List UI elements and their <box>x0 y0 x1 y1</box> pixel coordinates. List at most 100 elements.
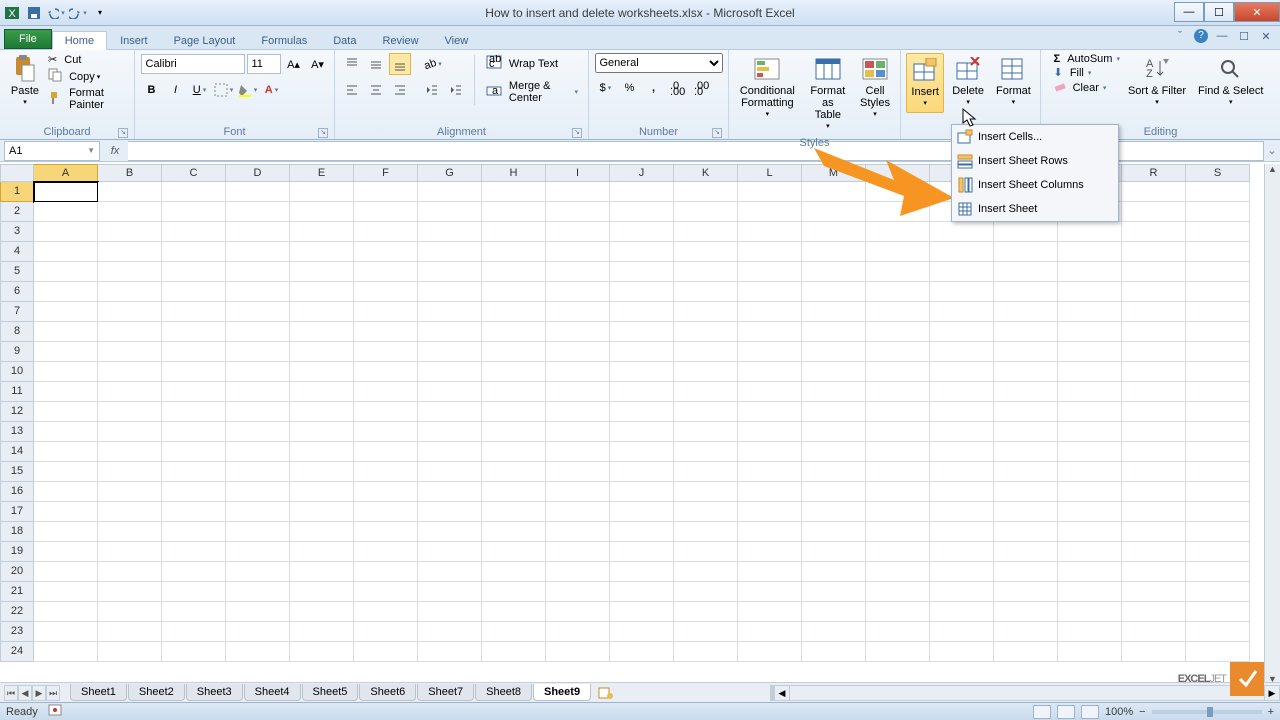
normal-view-icon[interactable] <box>1033 705 1051 719</box>
sheet-tab[interactable]: Sheet2 <box>128 684 185 701</box>
row-header[interactable]: 22 <box>0 602 34 622</box>
cell[interactable] <box>482 642 546 662</box>
align-left-icon[interactable] <box>341 79 363 101</box>
cell[interactable] <box>226 362 290 382</box>
cell[interactable] <box>1186 362 1250 382</box>
cell[interactable] <box>1186 582 1250 602</box>
cell[interactable] <box>1122 502 1186 522</box>
row-header[interactable]: 19 <box>0 542 34 562</box>
cell[interactable] <box>738 482 802 502</box>
sheet-tab[interactable]: Sheet6 <box>359 684 416 701</box>
cell[interactable] <box>354 182 418 202</box>
cell[interactable] <box>610 202 674 222</box>
cell[interactable] <box>226 202 290 222</box>
cell[interactable] <box>738 182 802 202</box>
cell[interactable] <box>98 582 162 602</box>
cell[interactable] <box>1122 402 1186 422</box>
cell[interactable] <box>994 322 1058 342</box>
cell[interactable] <box>930 622 994 642</box>
cell[interactable] <box>930 362 994 382</box>
cell[interactable] <box>674 482 738 502</box>
cell[interactable] <box>674 362 738 382</box>
cell[interactable] <box>802 602 866 622</box>
cell[interactable] <box>1186 502 1250 522</box>
cell[interactable] <box>162 522 226 542</box>
cell[interactable] <box>162 182 226 202</box>
cell[interactable] <box>1122 602 1186 622</box>
align-middle-icon[interactable] <box>365 53 387 75</box>
last-sheet-icon[interactable]: ⏭ <box>46 685 60 701</box>
cell[interactable] <box>1122 282 1186 302</box>
cell[interactable] <box>994 302 1058 322</box>
cell[interactable] <box>354 602 418 622</box>
cell[interactable] <box>802 302 866 322</box>
sheet-tab[interactable]: Sheet1 <box>70 684 127 701</box>
cell[interactable] <box>994 282 1058 302</box>
cell[interactable] <box>226 342 290 362</box>
cell[interactable] <box>1186 542 1250 562</box>
cell[interactable] <box>418 242 482 262</box>
cell[interactable] <box>1058 502 1122 522</box>
cell[interactable] <box>866 362 930 382</box>
cell[interactable] <box>98 242 162 262</box>
cell[interactable] <box>546 242 610 262</box>
cell[interactable] <box>354 422 418 442</box>
cell[interactable] <box>738 562 802 582</box>
minimize-ribbon-icon[interactable]: ˇ <box>1172 28 1188 44</box>
row-header[interactable]: 24 <box>0 642 34 662</box>
cell[interactable] <box>802 222 866 242</box>
cell[interactable] <box>34 302 98 322</box>
cell[interactable] <box>738 542 802 562</box>
cell[interactable] <box>290 342 354 362</box>
cell[interactable] <box>482 322 546 342</box>
cell[interactable] <box>994 462 1058 482</box>
cell[interactable] <box>802 402 866 422</box>
orientation-icon[interactable]: ab <box>421 53 443 75</box>
cell[interactable] <box>930 302 994 322</box>
cell[interactable] <box>98 442 162 462</box>
font-name-combo[interactable] <box>141 54 245 74</box>
cell[interactable] <box>162 502 226 522</box>
select-all-corner[interactable] <box>0 164 34 182</box>
cell[interactable] <box>930 522 994 542</box>
cell[interactable] <box>546 422 610 442</box>
cell[interactable] <box>482 202 546 222</box>
cell[interactable] <box>1058 442 1122 462</box>
decrease-indent-icon[interactable] <box>421 79 443 101</box>
cell[interactable] <box>930 442 994 462</box>
cell[interactable] <box>610 262 674 282</box>
cell[interactable] <box>674 402 738 422</box>
cell[interactable] <box>34 542 98 562</box>
cell[interactable] <box>34 422 98 442</box>
cell[interactable] <box>354 302 418 322</box>
cell[interactable] <box>1186 522 1250 542</box>
cell[interactable] <box>354 562 418 582</box>
cell[interactable] <box>34 282 98 302</box>
cell[interactable] <box>162 282 226 302</box>
cell[interactable] <box>994 482 1058 502</box>
cell[interactable] <box>482 242 546 262</box>
cell[interactable] <box>226 302 290 322</box>
cell[interactable] <box>866 262 930 282</box>
cell[interactable] <box>98 502 162 522</box>
cell[interactable] <box>994 602 1058 622</box>
row-header[interactable]: 18 <box>0 522 34 542</box>
cell[interactable] <box>1186 622 1250 642</box>
cell[interactable] <box>34 222 98 242</box>
percent-format-icon[interactable]: % <box>619 77 641 99</box>
cell[interactable] <box>1122 222 1186 242</box>
cell[interactable] <box>994 382 1058 402</box>
scroll-left-icon[interactable]: ◀ <box>774 685 790 701</box>
cell[interactable] <box>226 322 290 342</box>
align-bottom-icon[interactable] <box>389 53 411 75</box>
cell[interactable] <box>802 322 866 342</box>
cell[interactable] <box>98 622 162 642</box>
cell[interactable] <box>738 422 802 442</box>
tab-review[interactable]: Review <box>369 31 431 49</box>
cell[interactable] <box>162 362 226 382</box>
name-box[interactable]: A1▼ <box>4 141 100 161</box>
row-header[interactable]: 2 <box>0 202 34 222</box>
cell[interactable] <box>674 602 738 622</box>
cell[interactable] <box>610 322 674 342</box>
cell[interactable] <box>1186 342 1250 362</box>
